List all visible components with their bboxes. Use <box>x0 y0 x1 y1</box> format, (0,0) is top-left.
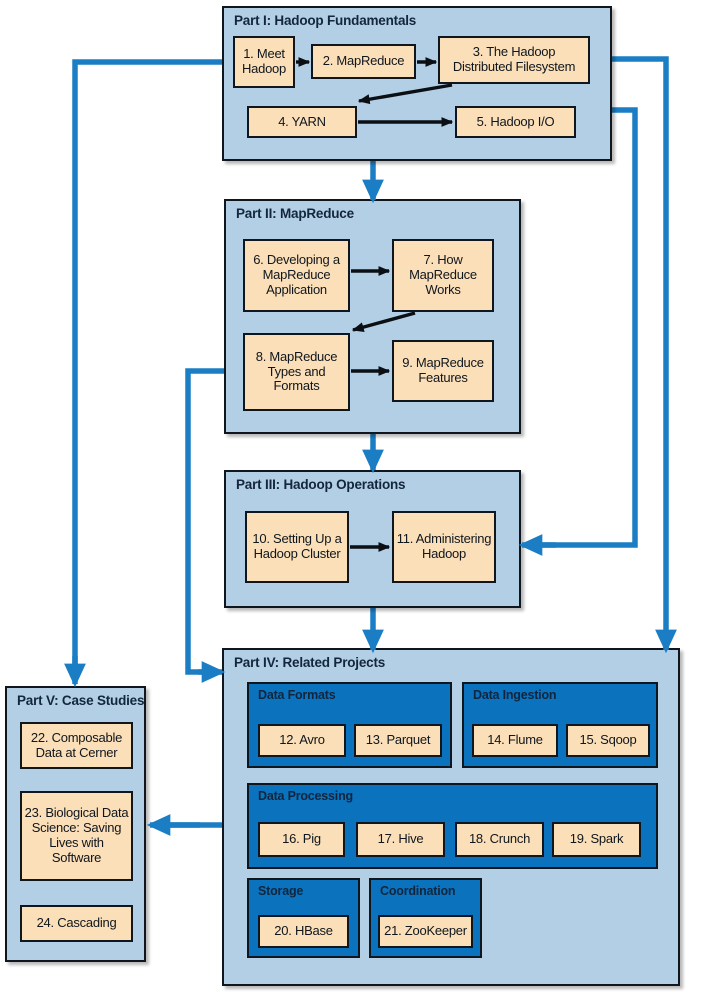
link-ch1-to-part5 <box>72 59 233 672</box>
chapter-11-administering-hadoop[interactable]: 11. Administering Hadoop <box>392 511 496 583</box>
chapter-4-yarn[interactable]: 4. YARN <box>247 106 357 138</box>
chapter-10-setting-up-hadoop-cluster[interactable]: 10. Setting Up a Hadoop Cluster <box>245 511 349 583</box>
part-iii-title: Part III: Hadoop Operations <box>236 477 406 492</box>
chapter-13-parquet[interactable]: 13. Parquet <box>354 724 442 757</box>
part-ii-title: Part II: MapReduce <box>236 206 354 221</box>
chapter-24-cascading[interactable]: 24. Cascading <box>20 905 133 942</box>
chapter-19-spark[interactable]: 19. Spark <box>552 822 641 857</box>
group-coordination-title: Coordination <box>380 884 456 898</box>
chapter-8-mapreduce-types-and-formats[interactable]: 8. MapReduce Types and Formats <box>243 333 350 411</box>
chapter-15-sqoop[interactable]: 15. Sqoop <box>566 724 650 757</box>
link-ch5-to-part3 <box>535 107 638 548</box>
group-data-formats-title: Data Formats <box>258 688 336 702</box>
chapter-14-flume[interactable]: 14. Flume <box>472 724 558 757</box>
chapter-16-pig[interactable]: 16. Pig <box>258 822 345 857</box>
chapter-17-hive[interactable]: 17. Hive <box>356 822 445 857</box>
chapter-3-hdfs[interactable]: 3. The Hadoop Distributed Filesystem <box>438 36 590 84</box>
chapter-23-biological-data-science[interactable]: 23. Biological Data Science: Saving Live… <box>20 791 133 881</box>
chapter-2-mapreduce[interactable]: 2. MapReduce <box>311 44 416 79</box>
chapter-22-composable-data-at-cerner[interactable]: 22. Composable Data at Cerner <box>20 722 133 769</box>
chapter-1-meet-hadoop[interactable]: 1. Meet Hadoop <box>233 36 295 88</box>
part-iv-title: Part IV: Related Projects <box>234 655 386 670</box>
chapter-9-mapreduce-features[interactable]: 9. MapReduce Features <box>392 340 494 402</box>
chapter-7-how-mapreduce-works[interactable]: 7. How MapReduce Works <box>392 239 494 312</box>
chapter-6-developing-mapreduce-application[interactable]: 6. Developing a MapReduce Application <box>243 239 350 312</box>
group-data-ingestion-title: Data Ingestion <box>473 688 557 702</box>
group-data-processing-title: Data Processing <box>258 789 353 803</box>
part-i-title: Part I: Hadoop Fundamentals <box>234 13 417 28</box>
chapter-20-hbase[interactable]: 20. HBase <box>258 915 349 948</box>
part-v-title: Part V: Case Studies <box>17 693 145 708</box>
chapter-12-avro[interactable]: 12. Avro <box>258 724 346 757</box>
chapter-18-crunch[interactable]: 18. Crunch <box>455 822 544 857</box>
diagram-canvas: Part I: Hadoop Fundamentals 1. Meet Hado… <box>0 0 701 1000</box>
chapter-5-hadoop-io[interactable]: 5. Hadoop I/O <box>455 106 576 138</box>
chapter-21-zookeeper[interactable]: 21. ZooKeeper <box>378 915 473 948</box>
group-storage-title: Storage <box>258 884 304 898</box>
